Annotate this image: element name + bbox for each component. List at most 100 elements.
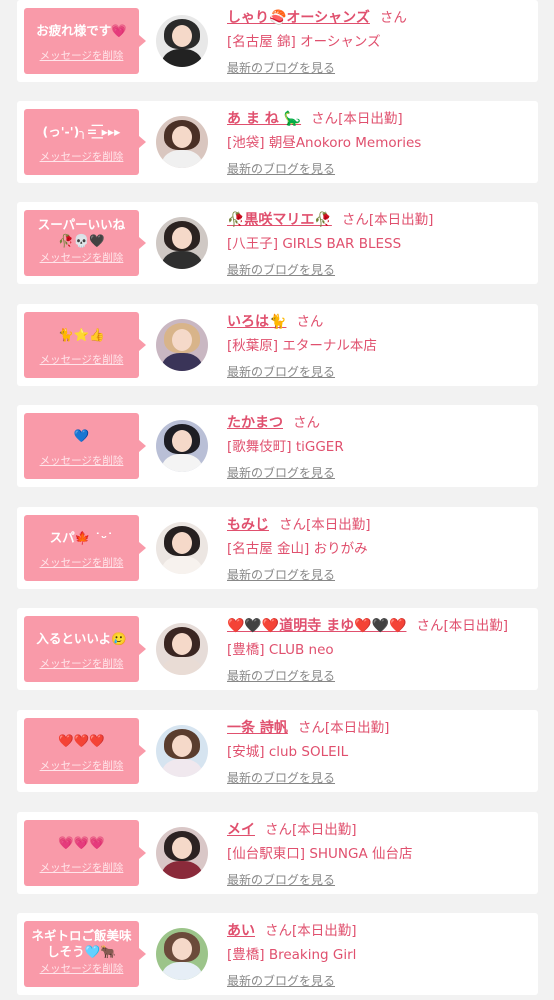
honorific: さん	[265, 822, 292, 838]
delete-message-link[interactable]: メッセージを削除	[24, 48, 139, 63]
honorific: さん	[296, 314, 324, 330]
latest-blog-link[interactable]: 最新のブログを見る	[227, 363, 335, 380]
cast-name-link[interactable]: ❤️🖤❤️道明寺 まゆ❤️🖤❤️	[227, 618, 406, 634]
honorific: さん	[341, 212, 369, 228]
name-line: 一条 詩帆 さん[本日出勤]	[227, 716, 389, 737]
status-badge: [本日出勤]	[324, 720, 390, 736]
status-badge: [本日出勤]	[306, 517, 371, 533]
latest-blog-link[interactable]: 最新のブログを見る	[227, 972, 335, 989]
liked-users-list: お疲れ様です💗 メッセージを削除 しゃり🍣オーシャンズ さん [名古屋 錦] オーシャン…	[0, 0, 554, 1000]
name-line: あい さん[本日出勤]	[227, 919, 357, 940]
avatar[interactable]	[156, 725, 208, 777]
delete-message-link[interactable]: メッセージを削除	[24, 453, 139, 468]
message-bubble: ❤️❤️❤️ メッセージを削除	[24, 718, 146, 784]
latest-blog-link[interactable]: 最新のブログを見る	[227, 464, 335, 481]
cast-name-link[interactable]: いろは🐈	[227, 314, 286, 330]
delete-message-link[interactable]: メッセージを削除	[24, 555, 139, 570]
delete-message-link[interactable]: メッセージを削除	[24, 860, 139, 875]
name-line: もみじ さん[本日出勤]	[227, 513, 371, 534]
avatar[interactable]	[156, 928, 208, 980]
avatar-face	[172, 532, 192, 554]
latest-blog-link[interactable]: 最新のブログを見る	[227, 160, 335, 177]
delete-message-link[interactable]: メッセージを削除	[24, 149, 139, 164]
shop-name: [豊橋] CLUB neo	[227, 642, 334, 658]
list-item: 💗💗💗 メッセージを削除 メイ さん[本日出勤] [仙台駅東口] SHUNGA 仙台店最…	[17, 812, 538, 894]
cast-name-link[interactable]: あい	[227, 923, 255, 939]
honorific: さん	[293, 415, 320, 431]
list-item: 💙 メッセージを削除 たかまつ さん [歌舞伎町] tiGGER 最新のブログを見る	[17, 405, 538, 487]
delete-message-link[interactable]: メッセージを削除	[24, 961, 139, 976]
avatar-face	[172, 227, 192, 249]
avatar[interactable]	[156, 420, 208, 472]
message-text: スパ🍁 ˙ᵕ˙	[49, 529, 114, 545]
honorific: さん	[416, 618, 444, 634]
status-badge: [本日出勤]	[443, 618, 509, 634]
delete-message-link[interactable]: メッセージを削除	[24, 656, 139, 671]
avatar[interactable]	[156, 827, 208, 879]
honorific: さん	[379, 10, 407, 26]
honorific: さん	[311, 111, 339, 127]
name-line: 🥀黒咲マリエ🥀 さん[本日出勤]	[227, 208, 433, 229]
latest-blog-link[interactable]: 最新のブログを見る	[227, 59, 335, 76]
name-line: あ ま ね 🦕 さん[本日出勤]	[227, 107, 403, 128]
avatar-body	[162, 454, 202, 472]
latest-blog-link[interactable]: 最新のブログを見る	[227, 667, 335, 684]
list-item: ❤️❤️❤️ メッセージを削除 一条 詩帆 さん[本日出勤] [安城] club SOL…	[17, 710, 538, 792]
list-item: ネギトロご飯美味 しそう🩵🐂 メッセージを削除 あい さん[本日出勤] [豊橋] Bre…	[17, 913, 538, 995]
latest-blog-link[interactable]: 最新のブログを見る	[227, 261, 335, 278]
list-item: 入るといいよ🥲 メッセージを削除 ❤️🖤❤️道明寺 まゆ❤️🖤❤️ さん[本日出勤] […	[17, 608, 538, 690]
cast-name-link[interactable]: 一条 詩帆	[227, 720, 288, 736]
avatar[interactable]	[156, 217, 208, 269]
message-text: ❤️❤️❤️	[58, 732, 105, 748]
avatar-face	[172, 938, 192, 960]
avatar[interactable]	[156, 522, 208, 574]
message-text: お疲れ様です💗	[36, 22, 127, 38]
message-text: スーパーいいね 🥀💀🖤	[37, 216, 126, 248]
avatar-body	[162, 962, 202, 980]
shop-name: [名古屋 錦] オーシャンズ	[227, 34, 381, 50]
cast-name-link[interactable]: しゃり🍣オーシャンズ	[227, 10, 370, 26]
list-item: (っ'-')╮=͟͟͞͞ ▸▸▸ メッセージを削除 あ ま ね 🦕 さん[本日出勤] […	[17, 101, 538, 183]
message-bubble: スーパーいいね 🥀💀🖤 メッセージを削除	[24, 210, 146, 276]
message-bubble: 🐈⭐👍 メッセージを削除	[24, 312, 146, 378]
cast-name-link[interactable]: あ ま ね 🦕	[227, 111, 301, 127]
shop-name: [池袋] 朝昼Anokoro Memories	[227, 135, 422, 151]
status-badge: [本日出勤]	[292, 822, 357, 838]
shop-name: [八王子] GIRLS BAR BLESS	[227, 236, 402, 252]
avatar[interactable]	[156, 319, 208, 371]
avatar-face	[172, 126, 192, 148]
honorific: さん	[297, 720, 325, 736]
avatar-body	[162, 251, 202, 269]
avatar-body	[162, 353, 202, 371]
latest-blog-link[interactable]: 最新のブログを見る	[227, 769, 335, 786]
delete-message-link[interactable]: メッセージを削除	[24, 250, 139, 265]
latest-blog-link[interactable]: 最新のブログを見る	[227, 566, 335, 583]
avatar[interactable]	[156, 116, 208, 168]
shop-name: [名古屋 金山] おりがみ	[227, 541, 368, 557]
list-item: 🐈⭐👍 メッセージを削除 いろは🐈 さん [秋葉原] エターナル本店 最新のブログを見る	[17, 304, 538, 386]
avatar-body	[162, 150, 202, 168]
shop-name: [仙台駅東口] SHUNGA 仙台店	[227, 846, 413, 862]
latest-blog-link[interactable]: 最新のブログを見る	[227, 871, 335, 888]
avatar-face	[172, 430, 192, 452]
message-bubble: 💙 メッセージを削除	[24, 413, 146, 479]
cast-name-link[interactable]: もみじ	[227, 517, 269, 533]
cast-name-link[interactable]: たかまつ	[227, 415, 283, 431]
list-item: スーパーいいね 🥀💀🖤 メッセージを削除 🥀黒咲マリエ🥀 さん[本日出勤] [八王子] …	[17, 202, 538, 284]
shop-name: [秋葉原] エターナル本店	[227, 338, 377, 354]
avatar-body	[162, 556, 202, 574]
avatar-face	[172, 633, 192, 655]
cast-name-link[interactable]: メイ	[227, 822, 255, 838]
avatar[interactable]	[156, 623, 208, 675]
avatar-body	[162, 657, 202, 675]
avatar[interactable]	[156, 15, 208, 67]
avatar-body	[162, 861, 202, 879]
delete-message-link[interactable]: メッセージを削除	[24, 352, 139, 367]
message-text: (っ'-')╮=͟͟͞͞ ▸▸▸	[42, 123, 121, 139]
list-item: お疲れ様です💗 メッセージを削除 しゃり🍣オーシャンズ さん [名古屋 錦] オーシャン…	[17, 0, 538, 82]
delete-message-link[interactable]: メッセージを削除	[24, 758, 139, 773]
name-line: いろは🐈 さん	[227, 310, 323, 331]
message-text: 入るといいよ🥲	[36, 630, 127, 646]
message-text: 💗💗💗	[58, 834, 105, 850]
cast-name-link[interactable]: 🥀黒咲マリエ🥀	[227, 212, 332, 228]
